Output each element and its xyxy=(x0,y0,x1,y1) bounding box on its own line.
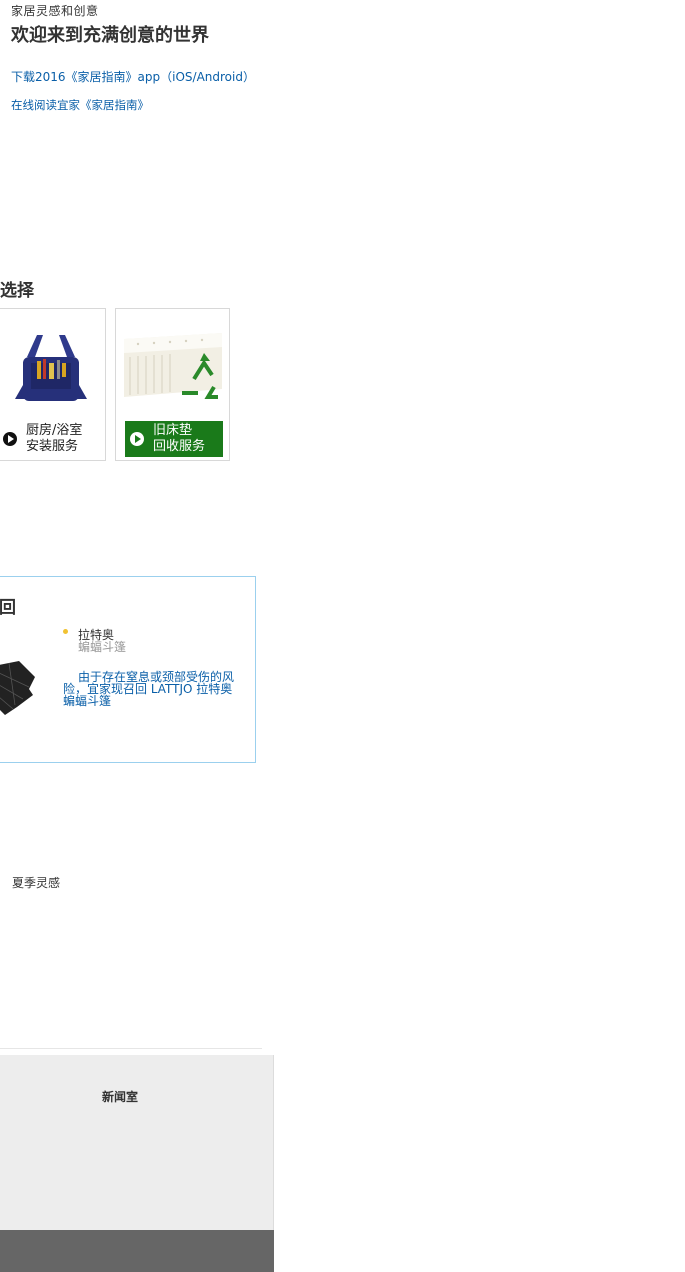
play-icon xyxy=(3,432,17,446)
recall-heading: 回 xyxy=(0,598,16,618)
inspiration-eyebrow: 家居灵感和创意 xyxy=(11,4,99,18)
service-line-1: 旧床垫 xyxy=(153,423,193,438)
service-line-2: 安装服务 xyxy=(26,439,79,454)
mattress-recycling-label: 旧床垫 回收服务 xyxy=(125,421,223,457)
page-title: 欢迎来到充满创意的世界 xyxy=(11,25,209,46)
bat-cape-image xyxy=(0,661,35,715)
services-heading: 选择 xyxy=(0,281,34,301)
bullet-dot xyxy=(63,629,68,634)
summer-inspiration-link[interactable]: 夏季灵感 xyxy=(12,874,60,891)
footer-bottom-bar xyxy=(0,1230,274,1272)
service-line-2: 回收服务 xyxy=(153,439,206,454)
product-recall-box: 回 拉特奥 蝙蝠斗篷 由于存在窒息或颈部受伤的风险，宜家现召回 LATTJO 拉… xyxy=(0,576,256,763)
footer-links-panel: 新闻室 xyxy=(0,1055,274,1230)
service-line-1: 厨房/浴室 xyxy=(26,423,83,438)
play-icon xyxy=(130,432,144,446)
mattress-recycle-image xyxy=(124,333,222,399)
kitchen-bath-install-service-card[interactable]: 厨房/浴室 安装服务 xyxy=(0,308,106,461)
newsroom-link[interactable]: 新闻室 xyxy=(102,1088,138,1105)
read-guide-online-link[interactable]: 在线阅读宜家《家居指南》 xyxy=(11,97,149,113)
kitchen-bath-install-label: 厨房/浴室 安装服务 xyxy=(3,421,103,457)
recall-product-subtitle: 蝙蝠斗篷 xyxy=(78,640,127,654)
footer-divider xyxy=(0,1048,262,1049)
download-guide-app-link[interactable]: 下载2016《家居指南》app（iOS/Android） xyxy=(11,68,255,85)
recall-notice-link[interactable]: 由于存在窒息或颈部受伤的风险，宜家现召回 LATTJO 拉特奥 蝙蝠斗篷 xyxy=(63,671,239,707)
mattress-recycling-service-card[interactable]: 旧床垫 回收服务 xyxy=(115,308,230,461)
tool-overalls-image xyxy=(15,335,87,401)
